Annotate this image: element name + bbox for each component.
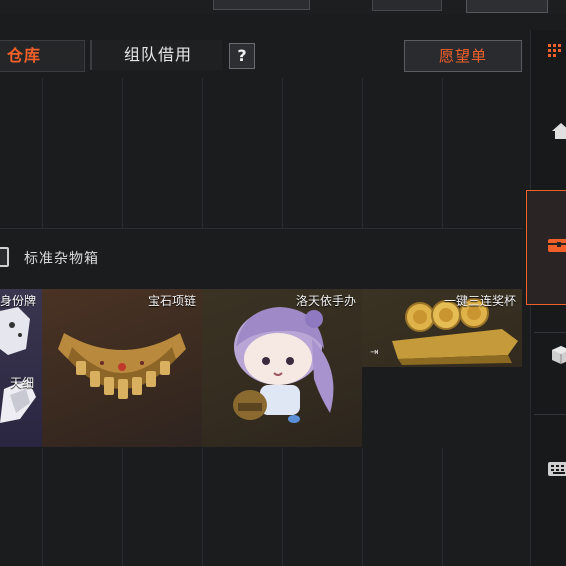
- top-box-2[interactable]: [372, 0, 442, 11]
- sidebar-divider: [534, 414, 566, 415]
- id-tag-image: [0, 307, 36, 423]
- item-card-gem-necklace[interactable]: 宝石项链: [42, 289, 202, 447]
- item-label: 宝石项链: [147, 294, 196, 308]
- tab-team-borrow[interactable]: 组队借用: [90, 40, 222, 70]
- help-button[interactable]: ?: [229, 43, 255, 69]
- item-label-top: 身份牌: [0, 294, 37, 308]
- item-label: 洛天依手办: [295, 294, 356, 308]
- figure-image: [233, 307, 334, 423]
- item-card-figure[interactable]: 洛天依手办: [202, 289, 362, 447]
- exit-icon[interactable]: ⇥: [370, 347, 378, 358]
- cube-icon[interactable]: [543, 344, 566, 370]
- top-close-area[interactable]: [466, 0, 548, 13]
- chest-icon[interactable]: [541, 236, 566, 258]
- top-resource-box[interactable]: [213, 0, 310, 10]
- section-header: 标准杂物箱: [0, 244, 522, 274]
- sidebar-divider: [534, 332, 566, 333]
- item-card-id-tag[interactable]: 身份牌 天细: [0, 289, 42, 447]
- item-label: 一键三连奖杯: [443, 294, 516, 308]
- wishlist-button[interactable]: 愿望单: [404, 40, 522, 72]
- keyboard-icon[interactable]: [541, 460, 566, 482]
- grid-menu-icon[interactable]: [540, 42, 566, 64]
- box-icon: [0, 247, 9, 267]
- item-card-trophy[interactable]: 一键三连奖杯 ⇥: [362, 289, 522, 367]
- item-label-bottom: 天细: [10, 376, 35, 390]
- inventory-grid-bottom: [0, 448, 522, 566]
- item-row: 身份牌 天细 宝石项链 洛天依手办 一键三连奖杯 ⇥: [0, 289, 522, 447]
- home-icon[interactable]: [543, 120, 566, 146]
- tab-warehouse[interactable]: 仓库: [0, 40, 85, 72]
- inventory-grid-empty: [0, 78, 522, 229]
- section-title: 标准杂物箱: [24, 251, 99, 267]
- necklace-image: [58, 333, 186, 399]
